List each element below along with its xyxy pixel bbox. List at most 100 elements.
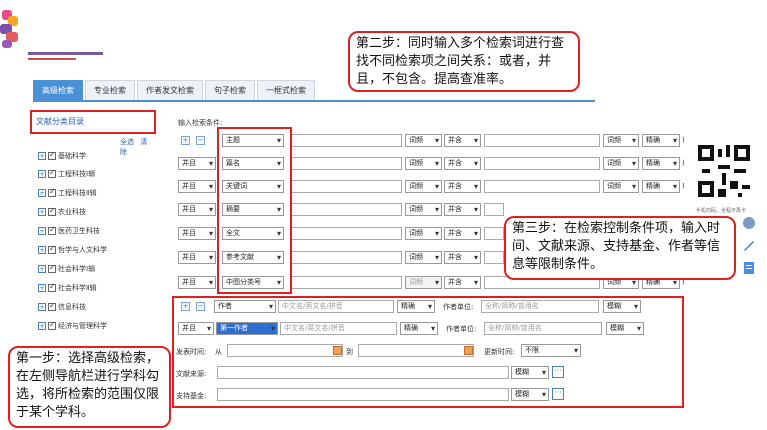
category-checkbox[interactable] [48, 206, 56, 216]
match-select[interactable]: 精确 [642, 134, 680, 147]
logic-select[interactable]: 并且 [178, 180, 216, 193]
control-conditions-highlight [172, 296, 684, 408]
category-checkbox[interactable] [48, 225, 56, 235]
keyword-input-2[interactable] [484, 227, 504, 240]
category-checkbox[interactable] [48, 282, 56, 292]
expand-icon[interactable]: + [38, 246, 46, 254]
logic-select[interactable]: 并且 [178, 251, 216, 264]
keyword-input-2[interactable] [484, 134, 600, 147]
sidebar-item[interactable]: + 农业科技 [38, 205, 86, 219]
freq-select[interactable]: 词频 [405, 157, 442, 170]
tab-professional-search[interactable]: 专业检索 [85, 80, 135, 100]
select-all-link[interactable]: 全选 [120, 138, 134, 146]
relation-select[interactable]: 并含 [444, 134, 481, 147]
freq-select-2[interactable]: 词频 [603, 157, 639, 170]
keyword-input[interactable] [291, 180, 402, 193]
sidebar-item-label: 社会科学Ⅰ辑 [58, 265, 96, 273]
expand-icon[interactable]: + [38, 303, 46, 311]
sidebar-item-label: 基础科学 [58, 152, 86, 160]
callout-step2: 第二步：同时输入多个检索词进行查找不同检索项之间关系：或者，并且，不包含。提高查… [348, 31, 580, 92]
logic-select[interactable]: 并且 [178, 276, 216, 289]
category-checkbox[interactable] [48, 301, 56, 311]
freq-select[interactable]: 词频 [405, 251, 442, 264]
keyword-input[interactable] [291, 276, 402, 289]
relation-select[interactable]: 并含 [444, 276, 481, 289]
paren-icon: ) [682, 182, 685, 190]
expand-icon[interactable]: + [38, 170, 46, 178]
header-divider [28, 52, 103, 55]
logo [0, 10, 22, 50]
expand-icon[interactable]: + [38, 265, 46, 273]
keyword-input[interactable] [291, 227, 402, 240]
tab-author-search[interactable]: 作者发文检索 [137, 80, 203, 100]
expand-icon[interactable]: + [38, 322, 46, 330]
expand-icon[interactable]: + [38, 189, 46, 197]
keyword-input-2[interactable] [484, 180, 600, 193]
category-checkbox[interactable] [48, 244, 56, 254]
callout-step3: 第三步：在检索控制条件项，输入时间、文献来源、支持基金、作者等信息等限制条件。 [504, 216, 736, 280]
keyword-input[interactable] [291, 157, 402, 170]
logic-select[interactable]: 并且 [178, 227, 216, 240]
expand-icon[interactable]: + [38, 227, 46, 235]
qr-code-icon [698, 145, 750, 197]
sidebar-item[interactable]: + 信息科技 [38, 300, 86, 314]
pen-icon[interactable] [742, 238, 756, 252]
match-select[interactable]: 精确 [642, 157, 680, 170]
category-checkbox[interactable] [48, 320, 56, 330]
sidebar-item-label: 工程科技Ⅰ辑 [58, 170, 96, 178]
tab-advanced-search[interactable]: 高级检索 [33, 80, 83, 100]
freq-select-2[interactable]: 词频 [603, 134, 639, 147]
sidebar-item[interactable]: + 社会科学Ⅱ辑 [38, 281, 96, 295]
chat-icon[interactable] [742, 216, 756, 230]
header-divider-accent [28, 58, 76, 60]
freq-select[interactable]: 词频 [405, 134, 442, 147]
expand-icon[interactable]: + [38, 152, 46, 160]
sidebar-item[interactable]: + 工程科技Ⅱ辑 [38, 186, 96, 200]
callout-step1: 第一步：选择高级检索，在左侧导航栏进行学科勾选，将所检索的范围仅限于某个学科。 [8, 346, 171, 428]
search-tabs: 高级检索 专业检索 作者发文检索 句子检索 一框式检索 [33, 80, 315, 100]
expand-icon[interactable]: + [38, 284, 46, 292]
tab-one-box-search[interactable]: 一框式检索 [257, 80, 315, 100]
sidebar-item[interactable]: + 医药卫生科技 [38, 224, 100, 238]
remove-row-icon[interactable]: − [196, 136, 205, 145]
freq-select[interactable]: 词频 [405, 276, 442, 289]
keyword-input-2[interactable] [484, 251, 504, 264]
sidebar-item[interactable]: + 社会科学Ⅰ辑 [38, 262, 95, 276]
logic-select[interactable]: 并且 [178, 203, 216, 216]
category-checkbox[interactable] [48, 187, 56, 197]
sidebar-title-label: 文献分类目录 [36, 117, 84, 126]
sidebar-item-label: 工程科技Ⅱ辑 [58, 189, 97, 197]
tab-sentence-search[interactable]: 句子检索 [205, 80, 255, 100]
relation-select[interactable]: 并含 [444, 227, 481, 240]
freq-select-2[interactable]: 词频 [603, 180, 639, 193]
keyword-input-2[interactable] [484, 203, 504, 216]
field-column-highlight [217, 127, 292, 294]
expand-icon[interactable]: + [38, 208, 46, 216]
relation-select[interactable]: 并含 [444, 180, 481, 193]
category-checkbox[interactable] [48, 263, 56, 273]
relation-select[interactable]: 并含 [444, 203, 481, 216]
keyword-input-2[interactable] [484, 157, 600, 170]
match-select[interactable]: 精确 [642, 180, 680, 193]
add-row-icon[interactable]: + [181, 136, 190, 145]
sidebar-title[interactable]: 文献分类目录 [30, 110, 156, 134]
sidebar-item[interactable]: + 经济与管理科学 [38, 319, 107, 333]
category-checkbox[interactable] [48, 168, 56, 178]
keyword-input[interactable] [291, 203, 402, 216]
sidebar-item[interactable]: + 基础科学 [38, 149, 86, 163]
document-icon[interactable] [742, 261, 756, 275]
sidebar-item[interactable]: + 工程科技Ⅰ辑 [38, 167, 95, 181]
logic-select[interactable]: 并且 [178, 157, 216, 170]
sidebar-item-label: 经济与管理科学 [58, 322, 107, 330]
relation-select[interactable]: 并含 [444, 251, 481, 264]
keyword-input[interactable] [291, 134, 402, 147]
freq-select[interactable]: 词频 [405, 203, 442, 216]
freq-select[interactable]: 词频 [405, 180, 442, 193]
freq-select[interactable]: 词频 [405, 227, 442, 240]
relation-select[interactable]: 并含 [444, 157, 481, 170]
sidebar-item[interactable]: + 哲学与人文科学 [38, 243, 107, 257]
paren-icon: ) [682, 136, 685, 144]
keyword-input[interactable] [291, 251, 402, 264]
category-checkbox[interactable] [48, 150, 56, 160]
form-label: 输入检索条件: [178, 119, 223, 127]
